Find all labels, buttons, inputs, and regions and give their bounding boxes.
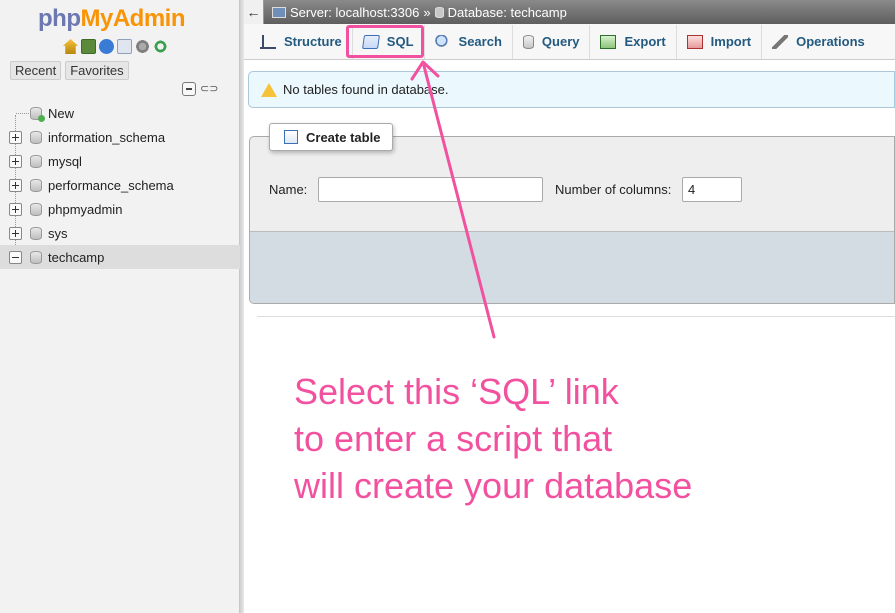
caption-line: will create your database	[294, 465, 693, 506]
caption-line: to enter a script that	[294, 418, 613, 459]
annotation-caption: Select this ‘SQL’ link to enter a script…	[294, 368, 814, 509]
caption-line: Select this ‘SQL’ link	[294, 371, 619, 412]
annotation-arrow	[410, 60, 496, 339]
phpmyadmin-window: phpMyAdmin Recent Favorites ⊂⊃ New infor…	[0, 0, 895, 613]
